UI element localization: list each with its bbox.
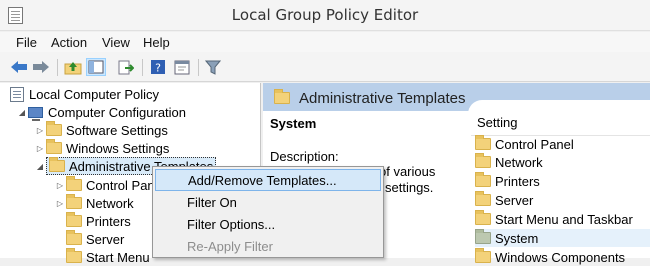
list-item-selected[interactable]: System xyxy=(475,229,650,247)
toolbar: ? xyxy=(0,52,650,82)
properties-icon[interactable] xyxy=(172,58,192,76)
tree-item-server[interactable]: Server xyxy=(54,230,124,248)
folder-icon xyxy=(46,121,62,136)
tree-item-label: Start Menu xyxy=(86,249,150,265)
folder-icon xyxy=(475,248,491,263)
tree-item-printers[interactable]: Printers xyxy=(54,212,131,230)
computer-icon xyxy=(28,106,43,121)
list-item[interactable]: Server xyxy=(475,191,650,209)
policy-document-icon xyxy=(10,86,24,102)
menu-item-filter-options[interactable]: Filter Options... xyxy=(155,213,381,235)
tree-item-label: Server xyxy=(86,231,125,247)
list-item[interactable]: Printers xyxy=(475,172,650,190)
folder-icon xyxy=(66,248,82,263)
collapsed-triangle-icon[interactable]: ▷ xyxy=(54,181,66,190)
tree-item-label: Computer Configuration xyxy=(48,104,187,120)
context-menu: Add/Remove Templates... Filter On Filter… xyxy=(152,166,384,258)
folder-icon xyxy=(475,229,491,244)
folder-icon xyxy=(475,172,491,187)
folder-icon xyxy=(475,191,491,206)
column-header-setting[interactable]: Setting xyxy=(477,115,517,130)
tree-item-label: Software Settings xyxy=(66,122,168,138)
back-arrow-icon[interactable] xyxy=(9,58,29,76)
expanded-triangle-icon[interactable]: ◢ xyxy=(34,162,46,171)
tree-item-network[interactable]: ▷ Network xyxy=(54,194,134,212)
folder-icon xyxy=(66,194,82,209)
menu-item-filter-on[interactable]: Filter On xyxy=(155,191,381,213)
folder-icon xyxy=(475,135,491,150)
tree-item-control-panel[interactable]: ▷ Control Panel xyxy=(54,176,165,194)
tree-item-software-settings[interactable]: ▷ Software Settings xyxy=(34,121,168,139)
svg-text:?: ? xyxy=(155,62,161,75)
window-title: Local Group Policy Editor xyxy=(231,6,419,24)
tree-item-label: Local Computer Policy xyxy=(29,86,160,102)
description-label: Description: xyxy=(270,149,339,164)
menu-item-re-apply-filter: Re-Apply Filter xyxy=(187,238,273,254)
menu-help[interactable]: Help xyxy=(143,35,170,50)
folder-icon xyxy=(66,176,82,191)
list-item[interactable]: Control Panel xyxy=(475,135,650,153)
tree-item-start-menu[interactable]: Start Menu xyxy=(54,248,150,266)
tree-item-label: Printers xyxy=(86,213,131,229)
menu-file[interactable]: File xyxy=(16,35,37,50)
filter-icon[interactable] xyxy=(203,58,223,76)
description-title: System xyxy=(270,116,317,131)
menu-item-add-remove-templates[interactable]: Add/Remove Templates... xyxy=(155,169,381,191)
folder-icon xyxy=(274,89,290,104)
menu-bar: File Action View Help xyxy=(0,32,650,52)
collapsed-triangle-icon[interactable]: ▷ xyxy=(54,199,66,208)
list-item[interactable]: Windows Components xyxy=(475,248,650,266)
title-bar: Local Group Policy Editor xyxy=(0,0,650,31)
list-item[interactable]: Start Menu and Taskbar xyxy=(475,210,650,228)
folder-icon xyxy=(49,157,65,172)
menu-view[interactable]: View xyxy=(102,35,130,50)
expanded-triangle-icon[interactable]: ◢ xyxy=(16,108,28,117)
details-header-title: Administrative Templates xyxy=(299,90,466,107)
menu-action[interactable]: Action xyxy=(51,35,87,50)
folder-icon xyxy=(475,153,491,168)
folder-icon xyxy=(66,212,82,227)
list-item[interactable]: Network xyxy=(475,153,650,171)
show-hide-console-tree-icon[interactable] xyxy=(86,58,106,76)
folder-icon xyxy=(475,210,491,225)
tree-item-windows-settings[interactable]: ▷ Windows Settings xyxy=(34,139,169,157)
up-folder-icon[interactable] xyxy=(63,58,83,76)
tree-item-label: Windows Settings xyxy=(66,140,170,156)
tree-item-local-computer-policy[interactable]: Local Computer Policy xyxy=(10,85,159,103)
export-list-icon[interactable] xyxy=(116,58,136,76)
folder-icon xyxy=(66,230,82,245)
collapsed-triangle-icon[interactable]: ▷ xyxy=(34,126,46,135)
help-icon[interactable]: ? xyxy=(148,58,168,76)
description-text-line: of various xyxy=(379,164,436,179)
tree-item-computer-configuration[interactable]: ◢ Computer Configuration xyxy=(16,103,186,121)
collapsed-triangle-icon[interactable]: ▷ xyxy=(34,144,46,153)
folder-icon xyxy=(46,139,62,154)
forward-arrow-icon[interactable] xyxy=(31,58,51,76)
tree-item-label: Network xyxy=(86,195,134,211)
description-text-line: settings. xyxy=(385,180,434,195)
